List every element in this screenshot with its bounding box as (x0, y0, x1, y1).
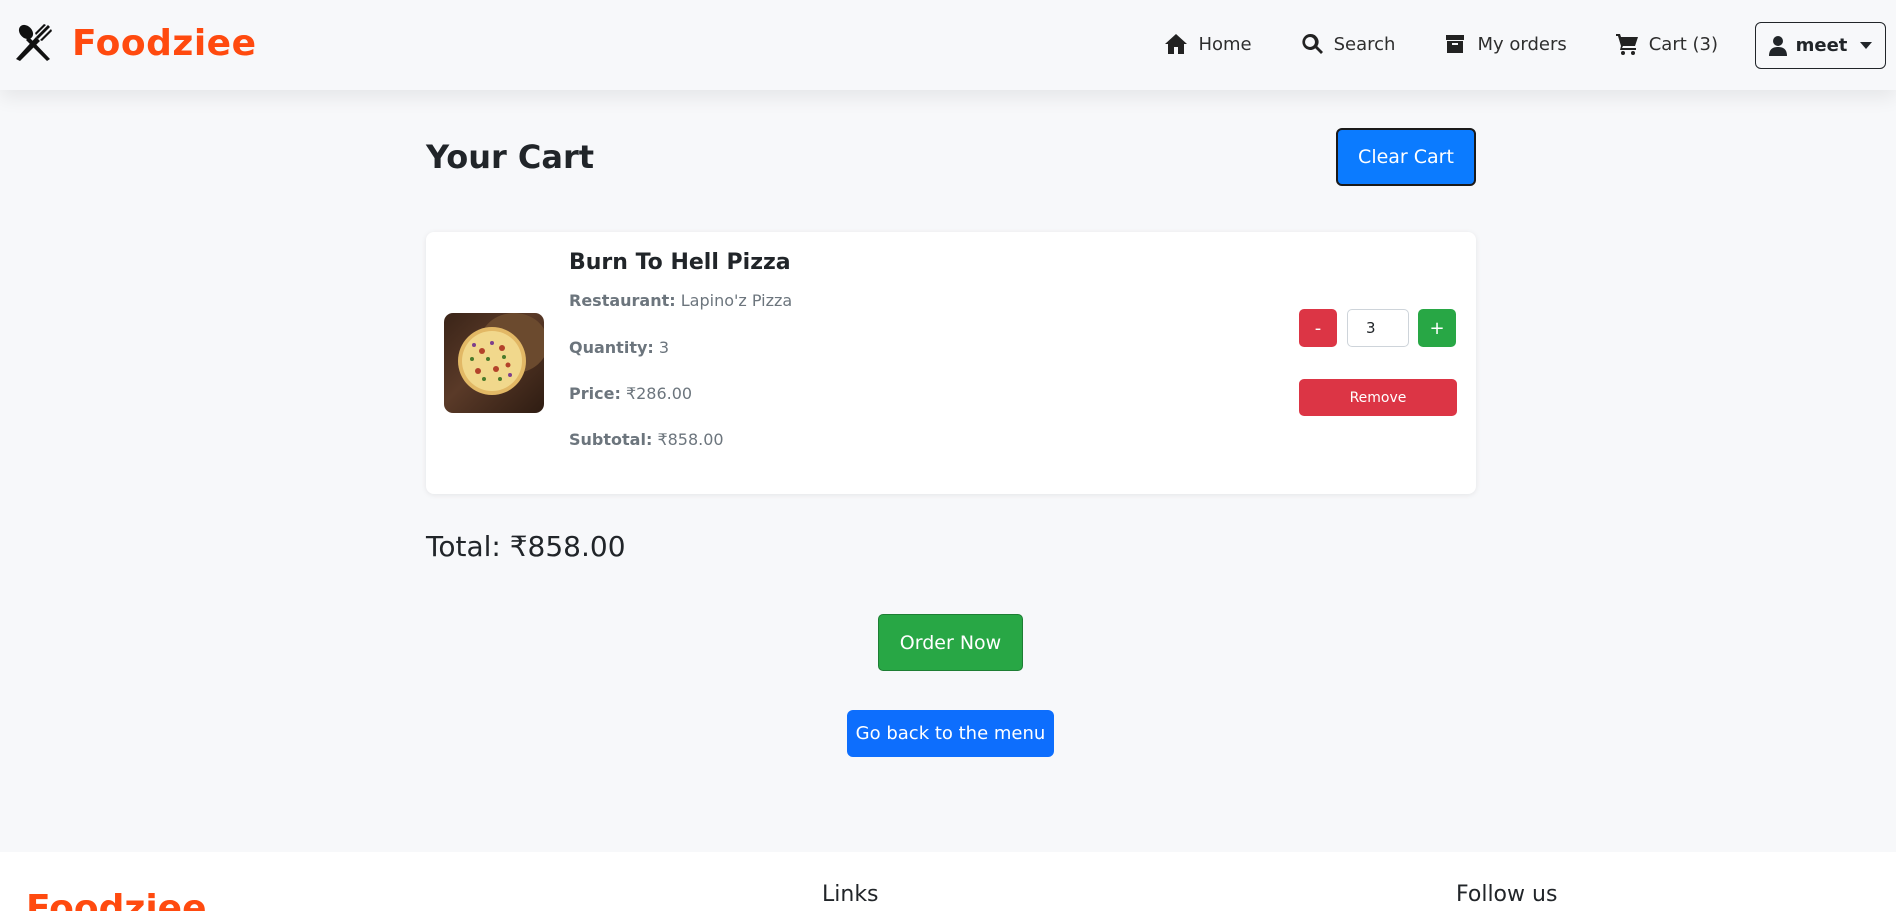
item-quantity: Quantity: 3 (569, 338, 669, 357)
page-title: Your Cart (426, 138, 595, 176)
footer-logo[interactable]: Foodziee (26, 888, 207, 911)
back-to-menu-button[interactable]: Go back to the menu (847, 710, 1054, 757)
subtotal-value: ₹858.00 (657, 430, 724, 449)
nav-cart[interactable]: Cart (3) (1615, 32, 1718, 56)
item-restaurant: Restaurant: Lapino'z Pizza (569, 291, 792, 310)
nav-links: Home Search My orders Cart (3) (1164, 28, 1718, 60)
quantity-input[interactable]: 3 (1347, 309, 1409, 347)
nav-search-label: Search (1333, 33, 1396, 55)
order-now-button[interactable]: Order Now (878, 614, 1023, 671)
item-name: Burn To Hell Pizza (569, 250, 791, 275)
footer: Foodziee Links Follow us (0, 852, 1896, 911)
price-value: ₹286.00 (625, 384, 693, 403)
home-icon (1165, 34, 1188, 54)
restaurant-label: Restaurant: (569, 291, 676, 310)
brand[interactable]: Foodziee (14, 20, 257, 66)
nav-home-label: Home (1198, 33, 1252, 55)
nav-cart-label: Cart (3) (1648, 33, 1718, 55)
user-dropdown-button[interactable]: meet (1755, 22, 1886, 69)
footer-follow-heading: Follow us (1456, 882, 1558, 907)
pizza-image (444, 313, 544, 413)
user-icon (1768, 35, 1787, 56)
quantity-label: Quantity: (569, 338, 654, 357)
nav-my-orders-label: My orders (1477, 33, 1567, 55)
increase-quantity-button[interactable]: + (1418, 309, 1456, 347)
price-label: Price: (569, 384, 621, 403)
nav-home[interactable]: Home (1164, 32, 1252, 56)
search-icon (1301, 33, 1323, 54)
user-name: meet (1795, 35, 1848, 56)
box-icon (1446, 35, 1465, 53)
navbar: Foodziee Home Search My orders Cart (3) … (0, 0, 1896, 90)
chevron-down-icon (1860, 42, 1873, 49)
quantity-value: 3 (658, 338, 670, 357)
pizza-illustration (458, 313, 544, 395)
subtotal-label: Subtotal: (569, 430, 653, 449)
nav-my-orders[interactable]: My orders (1443, 32, 1567, 56)
cart-total: Total: ₹858.00 (426, 530, 626, 563)
clear-cart-button[interactable]: Clear Cart (1336, 128, 1476, 186)
restaurant-value: Lapino'z Pizza (680, 291, 793, 310)
decrease-quantity-button[interactable]: - (1299, 309, 1337, 347)
remove-item-button[interactable]: Remove (1299, 379, 1457, 416)
item-price: Price: ₹286.00 (569, 384, 692, 403)
nav-search[interactable]: Search (1300, 32, 1396, 56)
spoon-fork-icon (16, 24, 52, 61)
item-subtotal: Subtotal: ₹858.00 (569, 430, 724, 449)
cart-item-card: Burn To Hell Pizza Restaurant: Lapino'z … (426, 232, 1476, 494)
brand-name: Foodziee (72, 22, 257, 64)
cart-icon (1615, 34, 1638, 55)
footer-links-heading: Links (822, 882, 879, 907)
